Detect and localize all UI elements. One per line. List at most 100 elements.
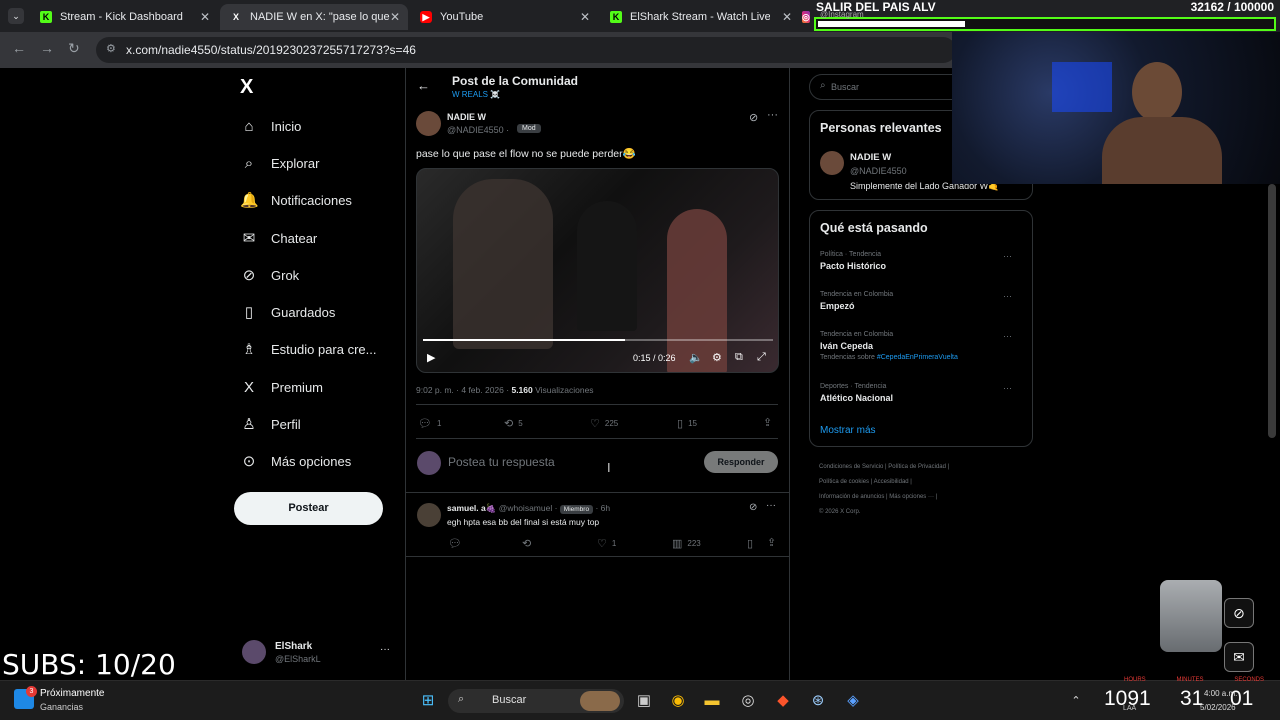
play-icon[interactable]: ▶ xyxy=(427,351,435,364)
tab-x-post[interactable]: X NADIE W en X: "pase lo que pa ✕ xyxy=(220,4,408,30)
sidebar-item-7[interactable]: ♗ Estudio para cre... xyxy=(240,337,376,361)
more-dots-icon[interactable]: ··· xyxy=(1003,331,1012,341)
footer-link[interactable]: Accesibilidad xyxy=(874,479,909,485)
sidebar-item-6[interactable]: ▯ Guardados xyxy=(240,300,335,324)
back-arrow-icon[interactable]: ← xyxy=(12,40,26,56)
repost-action[interactable]: ⟲ xyxy=(522,537,536,550)
sidebar-item-4[interactable]: ✉ Chatear xyxy=(240,226,318,250)
sidebar-item-10[interactable]: ⊙ Más opciones xyxy=(240,449,352,473)
trend-item[interactable]: Tendencia en Colombia Empezó ··· xyxy=(820,291,1024,314)
footer-link[interactable]: Política de Privacidad xyxy=(888,464,946,470)
scrollbar[interactable] xyxy=(1268,184,1276,438)
reply-author-name[interactable]: samuel. a🍇 xyxy=(447,503,496,513)
chevron-up-icon[interactable]: ⌃ xyxy=(1066,691,1086,711)
widget-title[interactable]: Próximamente xyxy=(40,688,104,699)
post-date[interactable]: 9:02 p. m. · 4 feb. 2026 · xyxy=(416,385,509,395)
account-switcher[interactable]: ElShark @ElSharkL ··· xyxy=(242,640,392,670)
share-action[interactable]: ⇪ xyxy=(767,536,781,549)
fullscreen-icon[interactable]: ⤢ xyxy=(757,351,766,364)
like-action[interactable]: ♡ 225 xyxy=(590,417,618,430)
more-dots-icon[interactable]: ··· xyxy=(1003,383,1012,393)
more-dots-icon[interactable]: ··· xyxy=(1003,291,1012,301)
reload-icon[interactable]: ↻ xyxy=(68,40,80,57)
back-arrow-icon[interactable]: ← xyxy=(417,78,430,93)
more-dots-icon[interactable]: ··· xyxy=(767,109,778,121)
more-dots-icon[interactable]: ··· xyxy=(380,644,390,655)
mail-icon[interactable]: ✉ xyxy=(1224,642,1254,672)
settings-icon[interactable]: ⚙ xyxy=(712,351,722,364)
footer-link[interactable]: Política de cookies xyxy=(819,479,869,485)
close-icon[interactable]: ✕ xyxy=(200,10,210,24)
views-action[interactable]: ▥ 223 xyxy=(672,537,701,550)
post-author-name[interactable]: NADIE W xyxy=(447,112,486,122)
person-handle[interactable]: @NADIE4550 xyxy=(850,166,907,176)
grok-icon[interactable]: ⊘ xyxy=(1224,598,1254,628)
tab-elshark-stream[interactable]: K ElShark Stream - Watch Live on ✕ xyxy=(600,4,800,30)
footer-link[interactable]: Condiciones de Servicio xyxy=(819,464,883,470)
share-action[interactable]: ⇪ xyxy=(763,416,777,429)
steam-icon[interactable]: ⊛ xyxy=(808,691,828,711)
grok-icon[interactable]: ⊘ xyxy=(749,111,758,124)
footer-link[interactable]: © 2026 X Corp. xyxy=(819,509,860,515)
reply-action[interactable]: 💬︎ 1 xyxy=(418,417,441,430)
sidebar-item-1[interactable]: ⌂ Inicio xyxy=(240,114,301,138)
avatar[interactable] xyxy=(417,503,441,527)
taskbar-search[interactable]: ⌕ Buscar xyxy=(448,689,624,713)
trend-item[interactable]: Deportes · Tendencia Atlético Nacional ··… xyxy=(820,383,1024,406)
close-icon[interactable]: ✕ xyxy=(580,10,590,24)
reply-action[interactable]: 💬︎ xyxy=(448,537,467,550)
sidebar-item-5[interactable]: ⊘ Grok xyxy=(240,263,299,287)
obs-icon[interactable]: ◎ xyxy=(738,691,758,711)
task-view-icon[interactable]: ▣ xyxy=(634,691,654,711)
footer-link[interactable]: Más opciones ··· xyxy=(889,494,934,500)
video-progress-track[interactable] xyxy=(423,339,773,341)
windows-start-icon[interactable]: ⊞ xyxy=(418,691,438,711)
language-indicator[interactable]: LAA xyxy=(1123,705,1136,712)
app-icon[interactable]: ◈ xyxy=(843,691,863,711)
pip-icon[interactable]: ⧉ xyxy=(735,351,743,364)
footer-link[interactable]: Información de anuncios xyxy=(819,494,884,500)
community-link[interactable]: W REALS ☠️ xyxy=(452,90,500,99)
show-more-link[interactable]: Mostrar más xyxy=(820,425,876,436)
url-input[interactable]: ⚙ x.com/nadie4550/status/201923023725571… xyxy=(96,37,956,63)
reply-input[interactable]: Postea tu respuesta xyxy=(448,455,555,469)
repost-action[interactable]: ⟲ 5 xyxy=(504,417,523,430)
chrome-icon[interactable]: ◉ xyxy=(668,691,688,711)
site-settings-icon[interactable]: ⚙ xyxy=(106,42,116,55)
reply-button[interactable]: Responder xyxy=(704,451,778,473)
sidebar-item-3[interactable]: 🔔 Notificaciones xyxy=(240,188,352,212)
clock-date[interactable]: 5/02/2026 xyxy=(1200,703,1236,712)
post-button[interactable]: Postear xyxy=(234,492,383,525)
like-action[interactable]: ♡ 1 xyxy=(597,537,616,550)
volume-icon[interactable]: 🔈 xyxy=(689,351,703,364)
trend-hashtag-link[interactable]: #CepedaEnPrimeraVuelta xyxy=(877,354,958,361)
video-player[interactable]: ▶ 0:15 / 0:26 🔈 ⚙ ⧉ ⤢ xyxy=(416,168,779,373)
sidebar-item-2[interactable]: ⌕ Explorar xyxy=(240,151,320,175)
sidebar-item-8[interactable]: X Premium xyxy=(240,375,323,399)
grok-icon[interactable]: ⊘ xyxy=(749,502,757,513)
bookmark-action[interactable]: ▯ 15 xyxy=(677,417,697,430)
x-logo[interactable]: X xyxy=(240,76,253,99)
file-explorer-icon[interactable]: ▬ xyxy=(702,691,722,711)
more-dots-icon[interactable]: ··· xyxy=(1003,251,1012,261)
tab-instagram[interactable]: ◎ xyxy=(792,4,816,30)
avatar[interactable] xyxy=(416,111,441,136)
avatar[interactable] xyxy=(820,151,844,175)
trend-item[interactable]: Tendencia en Colombia Iván Cepeda Tendenci… xyxy=(820,331,1024,361)
post-author-handle[interactable]: @NADIE4550 · xyxy=(447,125,509,135)
brave-icon[interactable]: ◆ xyxy=(773,691,793,711)
trend-item[interactable]: Política · Tendencia Pacto Histórico ··· xyxy=(820,251,1024,274)
more-dots-icon[interactable]: ··· xyxy=(766,500,776,511)
close-icon[interactable]: ✕ xyxy=(782,10,792,24)
person-name[interactable]: NADIE W xyxy=(850,152,891,163)
forward-arrow-icon[interactable]: → xyxy=(40,40,54,56)
tab-kick-dashboard[interactable]: K Stream - Kick Dashboard ✕ xyxy=(30,4,218,30)
bookmark-action[interactable]: ▯ xyxy=(747,537,758,550)
goal-progress-fill xyxy=(818,21,965,27)
sidebar-item-9[interactable]: ♙ Perfil xyxy=(240,412,300,436)
clock-time[interactable]: 4:00 a.m. xyxy=(1204,689,1237,698)
tab-youtube[interactable]: ▶ YouTube ✕ xyxy=(410,4,598,30)
close-icon[interactable]: ✕ xyxy=(390,10,400,24)
reply-author-handle[interactable]: @whoisamuel · xyxy=(499,503,558,513)
tab-search-button[interactable]: ⌄ xyxy=(8,8,24,24)
